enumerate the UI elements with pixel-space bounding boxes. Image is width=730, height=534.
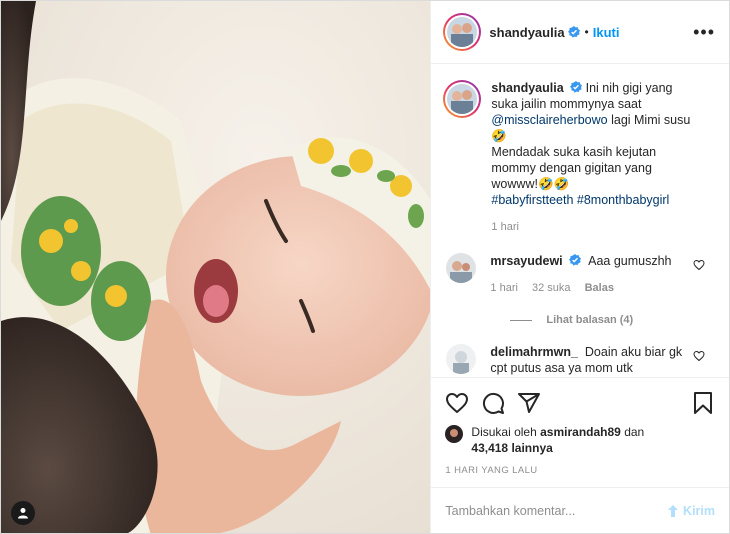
- comment-item: delimahrmwn_ Doain aku biar gk cpt putus…: [443, 344, 715, 377]
- replies-divider-line: [510, 319, 533, 321]
- avatar-image: [446, 253, 477, 283]
- post-date[interactable]: 1 HARI YANG LALU: [445, 465, 715, 476]
- hashtag-link[interactable]: #babyfirstteeth: [491, 193, 573, 207]
- verified-badge-icon: [567, 26, 580, 38]
- post-photo: [1, 1, 431, 533]
- comment-body: mrsayudewi Aaa gumuszhh 1 hari 32 suka B…: [490, 253, 685, 296]
- verified-badge-icon: [570, 81, 583, 93]
- post-header: shandyaulia • Ikuti •••: [431, 1, 729, 64]
- avatar-image: [447, 17, 478, 47]
- share-icon[interactable]: [517, 391, 541, 415]
- commenter-avatar[interactable]: [446, 253, 477, 283]
- post-caption: shandyaulia Ini nih gigi yang suka jaili…: [443, 80, 715, 235]
- verified-badge-icon: [569, 254, 582, 266]
- likes-joiner: dan: [624, 425, 645, 439]
- more-options-button[interactable]: •••: [693, 23, 715, 41]
- comment-like-icon[interactable]: [693, 350, 705, 362]
- author-username[interactable]: shandyaulia: [489, 25, 564, 40]
- add-comment-bar: Kirim: [431, 487, 729, 533]
- commenter-avatar[interactable]: [446, 344, 477, 374]
- commenter-username[interactable]: mrsayudewi: [490, 254, 562, 268]
- likes-count[interactable]: 43,418 lainnya: [471, 441, 552, 455]
- comment-meta: 1 hari 32 suka Balas: [490, 280, 685, 296]
- post-comment-label: Kirim: [683, 503, 715, 518]
- emoji-icon: [668, 504, 679, 517]
- comment-timestamp[interactable]: 1 hari: [490, 282, 518, 294]
- comment-likes-count[interactable]: 32 suka: [532, 282, 571, 294]
- avatar-image: [445, 425, 464, 443]
- dot-separator: •: [584, 25, 589, 39]
- liker-username[interactable]: asmirandah89: [540, 425, 621, 439]
- instagram-post: shandyaulia • Ikuti ••• shandyaulia Ini …: [0, 0, 730, 534]
- view-replies-button[interactable]: Lihat balasan (4): [510, 314, 715, 326]
- post-actions-area: Disukai oleh asmirandah89 dan 43,418 lai…: [431, 377, 729, 487]
- caption-timestamp[interactable]: 1 hari: [491, 219, 701, 235]
- user-tag-icon: [18, 508, 28, 519]
- comment-body: delimahrmwn_ Doain aku biar gk cpt putus…: [490, 344, 685, 377]
- avatar-image: [447, 84, 478, 114]
- mention-link[interactable]: @missclaireherbowo: [491, 113, 607, 127]
- caption-text: Mendadak suka kasih kejutan mommy dengan…: [491, 145, 657, 191]
- comment-text: Aaa gumuszhh: [588, 254, 672, 268]
- likes-prefix: Disukai oleh: [471, 425, 537, 439]
- user-tag-button[interactable]: [11, 501, 35, 525]
- caption-avatar[interactable]: [443, 80, 482, 118]
- caption-username[interactable]: shandyaulia: [491, 81, 563, 95]
- liker-avatar[interactable]: [445, 425, 464, 443]
- avatar-image: [446, 344, 477, 374]
- likes-summary: Disukai oleh asmirandah89 dan 43,418 lai…: [445, 424, 715, 456]
- bookmark-icon[interactable]: [691, 391, 715, 415]
- follow-button[interactable]: Ikuti: [593, 25, 620, 40]
- comment-icon[interactable]: [481, 391, 505, 415]
- post-comment-button[interactable]: Kirim: [666, 504, 715, 518]
- hashtag-link[interactable]: #8monthbabygirl: [577, 193, 669, 207]
- reply-button[interactable]: Balas: [585, 282, 614, 294]
- comments-list[interactable]: shandyaulia Ini nih gigi yang suka jaili…: [431, 64, 729, 377]
- comment-input[interactable]: [445, 503, 667, 518]
- post-media[interactable]: [1, 1, 431, 533]
- action-bar: [445, 390, 715, 416]
- caption-body: shandyaulia Ini nih gigi yang suka jaili…: [491, 80, 701, 235]
- likes-text: Disukai oleh asmirandah89 dan 43,418 lai…: [471, 424, 644, 456]
- comment-item: mrsayudewi Aaa gumuszhh 1 hari 32 suka B…: [443, 253, 715, 296]
- commenter-username[interactable]: delimahrmwn_: [490, 345, 578, 359]
- heart-icon[interactable]: [445, 391, 469, 415]
- view-replies-label: Lihat balasan (4): [546, 314, 634, 326]
- author-avatar[interactable]: [443, 13, 482, 51]
- comment-like-icon[interactable]: [693, 259, 705, 271]
- post-side-panel: shandyaulia • Ikuti ••• shandyaulia Ini …: [430, 1, 729, 533]
